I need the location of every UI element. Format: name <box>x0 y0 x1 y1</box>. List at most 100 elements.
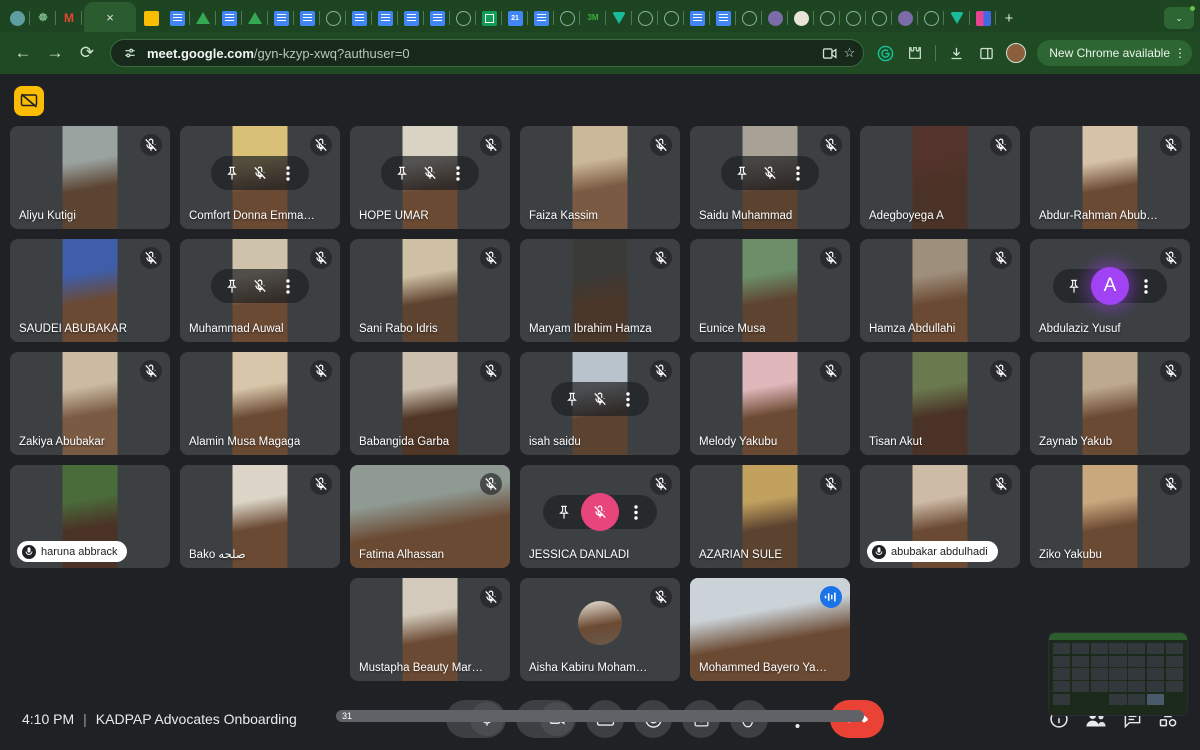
participant-tile[interactable]: HOPE UMAR <box>350 126 510 229</box>
participant-tile[interactable]: Bako صلحه <box>180 465 340 568</box>
tab-favicon-purple-1[interactable] <box>762 4 788 32</box>
tab-favicon-circle-10[interactable] <box>918 4 944 32</box>
forward-button[interactable]: → <box>40 38 70 68</box>
tab-favicon-circle-7[interactable] <box>814 4 840 32</box>
self-view-preview[interactable] <box>1048 632 1188 716</box>
tab-favicon-docs-8[interactable] <box>424 4 450 32</box>
participant-tile[interactable]: Mustapha Beauty Mar… <box>350 578 510 681</box>
tab-favicon-circle-4[interactable] <box>632 4 658 32</box>
tab-favicon-white-circle[interactable] <box>788 4 814 32</box>
side-panel-icon[interactable] <box>973 40 999 66</box>
profile-avatar[interactable] <box>1003 40 1029 66</box>
tab-favicon-docs-6[interactable] <box>372 4 398 32</box>
bookmark-star-icon[interactable]: ☆ <box>844 45 856 61</box>
tab-favicon-3m[interactable]: 3M <box>580 4 606 32</box>
participant-tile[interactable]: abubakar abdulhadi <box>860 465 1020 568</box>
participant-tile[interactable]: Zaynab Yakub <box>1030 352 1190 455</box>
tab-favicon-tri-teal[interactable] <box>606 4 632 32</box>
participant-tile[interactable]: Maryam Ibrahim Hamza <box>520 239 680 342</box>
site-settings-icon[interactable] <box>121 44 139 62</box>
address-bar[interactable]: meet.google.com/gyn-kzyp-xwq?authuser=0 … <box>110 39 865 67</box>
tab-favicon-docs-4[interactable] <box>294 4 320 32</box>
pin-icon[interactable] <box>221 275 243 297</box>
profile-switcher-chip[interactable]: ⌄ <box>1164 6 1195 29</box>
participant-tile[interactable]: Mohammed Bayero Ya… <box>690 578 850 681</box>
tab-favicon-circle-5[interactable] <box>658 4 684 32</box>
reload-button[interactable]: ⟳ <box>72 38 102 68</box>
participant-tile[interactable]: Melody Yakubu <box>690 352 850 455</box>
tab-favicon-docs-10[interactable] <box>684 4 710 32</box>
pin-icon[interactable] <box>731 162 753 184</box>
browser-menu-icon[interactable]: ⋮ <box>1174 46 1186 60</box>
media-cast-icon[interactable] <box>822 47 838 60</box>
tab-favicon-circle-6[interactable] <box>736 4 762 32</box>
tab-favicon-circle-8[interactable] <box>840 4 866 32</box>
participant-tile[interactable]: Eunice Musa <box>690 239 850 342</box>
participant-tile[interactable]: AZARIAN SULE <box>690 465 850 568</box>
participant-tile[interactable]: Alamin Musa Magaga <box>180 352 340 455</box>
participant-tile[interactable]: isah saidu <box>520 352 680 455</box>
participant-tile[interactable]: Hamza Abdullahi <box>860 239 1020 342</box>
participant-tile[interactable]: Adegboyega A <box>860 126 1020 229</box>
participant-tile[interactable]: Aisha Kabiru Moham… <box>520 578 680 681</box>
close-icon[interactable]: × <box>106 11 114 24</box>
tab-favicon-meet[interactable] <box>138 4 164 32</box>
tab-favicon-docs-1[interactable] <box>164 4 190 32</box>
participant-tile[interactable]: Sani Rabo Idris <box>350 239 510 342</box>
participant-tile[interactable]: Comfort Donna Emma… <box>180 126 340 229</box>
tab-favicon-docs-3[interactable] <box>268 4 294 32</box>
participant-tile[interactable]: Tisan Akut <box>860 352 1020 455</box>
participant-tile[interactable]: Zakiya Abubakar <box>10 352 170 455</box>
participant-tile[interactable]: Aliyu Kutigi <box>10 126 170 229</box>
tile-more-options-icon[interactable] <box>787 162 809 184</box>
tab-favicon-docs-2[interactable] <box>216 4 242 32</box>
tab-favicon-docs-5[interactable] <box>346 4 372 32</box>
tab-favicon-circle-2[interactable] <box>450 4 476 32</box>
tab-favicon-drive-2[interactable] <box>242 4 268 32</box>
tile-more-options-icon[interactable] <box>625 501 647 523</box>
participant-tile[interactable]: Muhammad Auwal <box>180 239 340 342</box>
tab-favicon-docs-9[interactable] <box>528 4 554 32</box>
pin-icon[interactable] <box>391 162 413 184</box>
pin-icon[interactable] <box>1063 275 1085 297</box>
participant-tile[interactable]: Babangida Garba <box>350 352 510 455</box>
participant-tile[interactable]: Fatima Alhassan <box>350 465 510 568</box>
tab-favicon-purple-2[interactable] <box>892 4 918 32</box>
participant-tile[interactable]: Abdur-Rahman Abub… <box>1030 126 1190 229</box>
tab-favicon-drive-1[interactable] <box>190 4 216 32</box>
participant-tile[interactable]: JESSICA DANLADI <box>520 465 680 568</box>
chrome-update-chip[interactable]: New Chrome available ⋮ <box>1037 40 1192 66</box>
active-tab-meet[interactable]: × <box>84 2 136 32</box>
tile-more-options-icon[interactable] <box>1135 275 1157 297</box>
participant-tile[interactable]: Ziko Yakubu <box>1030 465 1190 568</box>
tile-more-options-icon[interactable] <box>617 388 639 410</box>
pin-icon[interactable] <box>221 162 243 184</box>
tab-favicon-docs-11[interactable] <box>710 4 736 32</box>
participant-tile[interactable]: SAUDEI ABUBAKAR <box>10 239 170 342</box>
tab-favicon-gmail[interactable]: M <box>56 4 82 32</box>
grammarly-extension-icon[interactable] <box>872 40 898 66</box>
back-button[interactable]: ← <box>8 38 38 68</box>
tab-favicon-blue-diamond[interactable] <box>4 4 30 32</box>
participant-tile[interactable]: haruna abbrack <box>10 465 170 568</box>
tile-more-options-icon[interactable] <box>277 162 299 184</box>
tab-favicon-circle-1[interactable] <box>320 4 346 32</box>
tile-more-options-icon[interactable] <box>277 275 299 297</box>
tab-favicon-calendar[interactable]: 21 <box>502 4 528 32</box>
participant-tile[interactable]: Faiza Kassim <box>520 126 680 229</box>
tab-favicon-shield[interactable]: ☸ <box>30 4 56 32</box>
pin-icon[interactable] <box>561 388 583 410</box>
new-tab-button[interactable]: + <box>996 4 1022 32</box>
stop-presenting-button[interactable] <box>14 86 44 116</box>
participant-tile[interactable]: Saidu Muhammad <box>690 126 850 229</box>
tab-favicon-docs-7[interactable] <box>398 4 424 32</box>
tab-favicon-circle-3[interactable] <box>554 4 580 32</box>
pin-icon[interactable] <box>553 501 575 523</box>
tab-favicon-circle-9[interactable] <box>866 4 892 32</box>
tab-favicon-pink[interactable] <box>970 4 996 32</box>
tab-favicon-tri-teal-2[interactable] <box>944 4 970 32</box>
downloads-icon[interactable] <box>943 40 969 66</box>
tab-favicon-sheets[interactable] <box>476 4 502 32</box>
tile-more-options-icon[interactable] <box>447 162 469 184</box>
participant-tile[interactable]: A Abdulaziz Yusuf <box>1030 239 1190 342</box>
